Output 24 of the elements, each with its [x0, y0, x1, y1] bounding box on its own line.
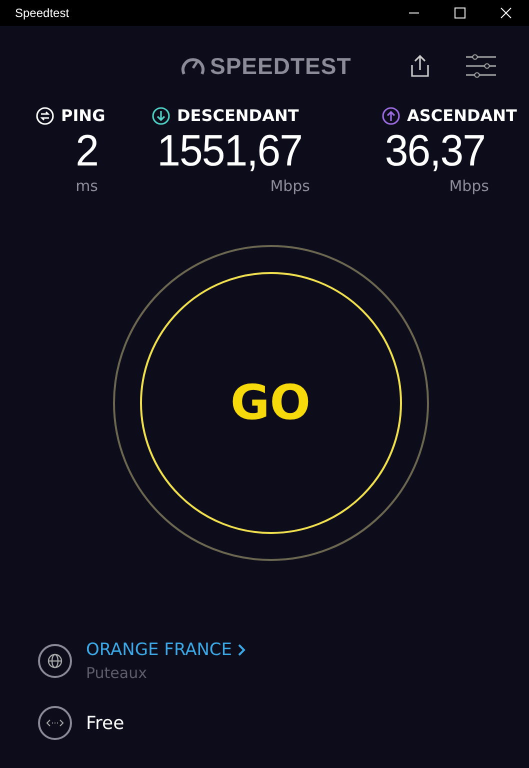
- speedtest-logo: SPEEDTEST: [210, 52, 352, 80]
- share-button[interactable]: [409, 54, 432, 78]
- metric-value: 2: [76, 126, 98, 176]
- maximize-icon: [454, 7, 466, 19]
- close-icon: [500, 7, 512, 19]
- metric-label: DESCENDANT: [177, 106, 299, 125]
- provider-link[interactable]: ORANGE FRANCE: [86, 640, 246, 660]
- metric-value: 36,37: [384, 126, 485, 176]
- settings-button[interactable]: [465, 54, 498, 78]
- server-name: Free: [86, 712, 124, 734]
- globe-icon: [38, 644, 72, 678]
- server-icon: [38, 706, 72, 740]
- metric-unit: Mbps: [270, 177, 310, 195]
- metric-unit: ms: [76, 177, 98, 195]
- provider-location: Puteaux: [86, 664, 148, 682]
- go-button[interactable]: GO: [140, 272, 402, 534]
- window-title: Speedtest: [14, 6, 70, 20]
- metric-unit: Mbps: [449, 177, 489, 195]
- chevron-right-icon: [238, 644, 246, 656]
- metric-label: ASCENDANT: [407, 106, 517, 125]
- metric-value: 1551,67: [157, 126, 302, 176]
- gauge-icon: [180, 55, 206, 77]
- ping-icon: [36, 106, 54, 124]
- metric-label: PING: [61, 106, 106, 125]
